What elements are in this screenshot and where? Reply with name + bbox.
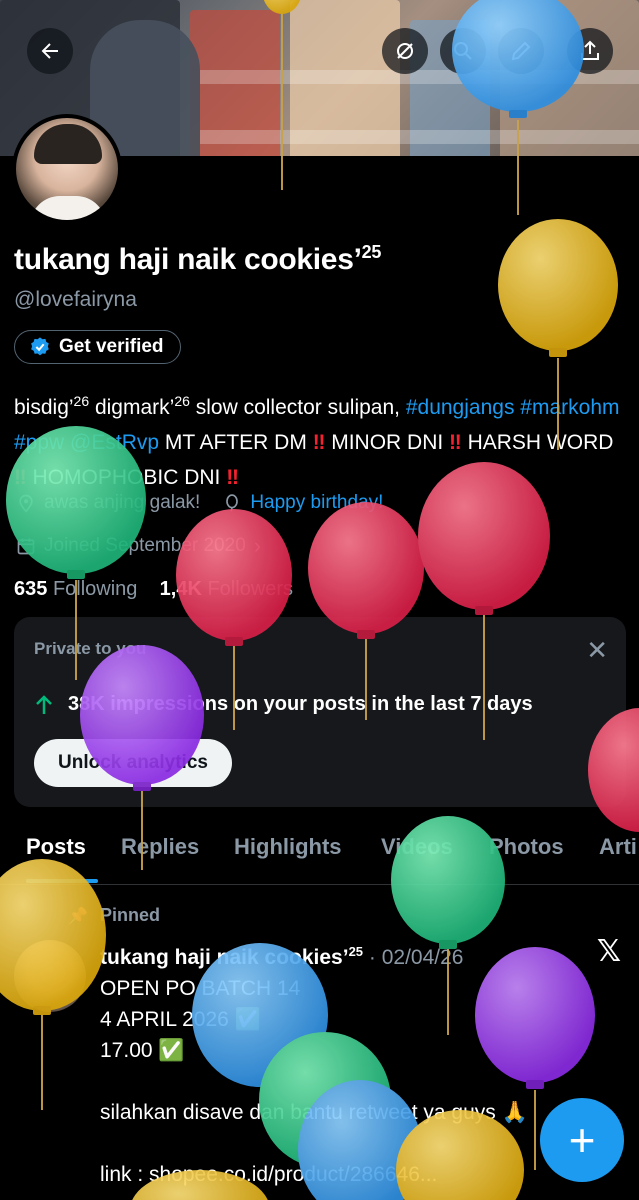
pinned-post[interactable]: tukang haji naik cookies’25 · 02/04/26 O… xyxy=(100,936,600,1190)
tab-videos[interactable]: Videos xyxy=(381,834,453,860)
arrow-left-icon xyxy=(41,43,58,59)
post-line: 17.00 ✅ xyxy=(100,1039,185,1062)
post-line: silahkan disave dan bantu retweet ya guy… xyxy=(100,1101,528,1124)
hashtag-link[interactable]: #ppw xyxy=(14,431,64,454)
followers-link[interactable]: 1,4K Followers xyxy=(160,578,293,600)
joined-row[interactable]: Joined September 2020 › xyxy=(16,533,261,559)
tab-highlights[interactable]: Highlights xyxy=(234,834,342,860)
back-button[interactable] xyxy=(27,28,73,74)
share-button[interactable] xyxy=(567,28,613,74)
hashtag-link[interactable]: #dungjangs xyxy=(406,396,515,419)
share-icon xyxy=(581,40,599,60)
get-verified-label: Get verified xyxy=(59,336,164,357)
compose-button[interactable]: + xyxy=(540,1098,624,1182)
impressions-text: impressions on your posts in the last 7 … xyxy=(104,693,533,715)
arrow-up-icon xyxy=(36,694,52,714)
profile-bio: bisdig’26 digmark’26 slow collector suli… xyxy=(14,393,620,489)
plus-icon: + xyxy=(568,1114,596,1166)
profile-avatar[interactable] xyxy=(12,114,122,224)
mute-icon xyxy=(397,43,413,59)
mention-link[interactable]: @EstRvp xyxy=(70,431,159,454)
display-name: tukang haji naik cookies’25 xyxy=(14,242,382,276)
post-line: OPEN PO BATCH 14 xyxy=(100,977,301,1000)
x-logo-icon: 𝕏 xyxy=(596,934,621,969)
post-line: 4 APRIL 2026 ✅ xyxy=(100,1008,261,1031)
impressions-count: 38K xyxy=(68,693,105,715)
pencil-icon xyxy=(511,41,531,61)
tab-articles[interactable]: Arti xyxy=(599,834,637,860)
post-line xyxy=(100,1066,600,1097)
balloon-icon xyxy=(226,494,239,512)
post-link[interactable]: link : shopee.co.id/product/286646... xyxy=(100,1159,600,1190)
tab-posts[interactable]: Posts xyxy=(26,834,86,860)
get-verified-button[interactable]: Get verified xyxy=(14,330,181,364)
profile-tabs: Posts Replies Highlights Videos Photos A… xyxy=(0,830,639,885)
follow-stats: 635 Following 1,4K Followers xyxy=(14,578,293,601)
analytics-card: Private to you ✕ 38K impressions on your… xyxy=(14,617,626,807)
pin-icon: 📌 xyxy=(68,908,88,925)
unlock-analytics-button[interactable]: Unlock analytics xyxy=(34,739,232,787)
user-handle: @lovefairyna xyxy=(14,288,137,311)
search-button[interactable] xyxy=(440,28,486,74)
profile-meta-row: awas anjing galak! Happy birthday! xyxy=(16,492,383,514)
chevron-right-icon: › xyxy=(253,533,262,558)
location-text: awas anjing galak! xyxy=(44,492,201,513)
mute-button[interactable] xyxy=(382,28,428,74)
birthday-link[interactable]: Happy birthday! xyxy=(250,492,383,514)
tab-photos[interactable]: Photos xyxy=(489,834,564,860)
hashtag-link[interactable]: #markohm xyxy=(520,396,619,419)
edit-button[interactable] xyxy=(498,28,544,74)
location-pin-icon xyxy=(19,494,33,513)
tab-replies[interactable]: Replies xyxy=(121,834,199,860)
close-icon[interactable]: ✕ xyxy=(586,635,608,666)
post-line xyxy=(100,1128,600,1159)
calendar-icon xyxy=(17,538,35,555)
joined-text: Joined September 2020 xyxy=(44,535,246,556)
active-tab-indicator xyxy=(26,879,98,883)
private-label: Private to you xyxy=(34,639,147,658)
following-link[interactable]: 635 Following xyxy=(14,578,137,600)
impressions-row: 38K impressions on your posts in the las… xyxy=(34,693,533,716)
pinned-label: Pinned xyxy=(100,905,161,925)
search-icon xyxy=(454,42,472,60)
post-header: tukang haji naik cookies’25 · 02/04/26 xyxy=(100,944,464,969)
post-avatar[interactable] xyxy=(14,940,86,1012)
verified-badge-icon xyxy=(31,337,49,356)
